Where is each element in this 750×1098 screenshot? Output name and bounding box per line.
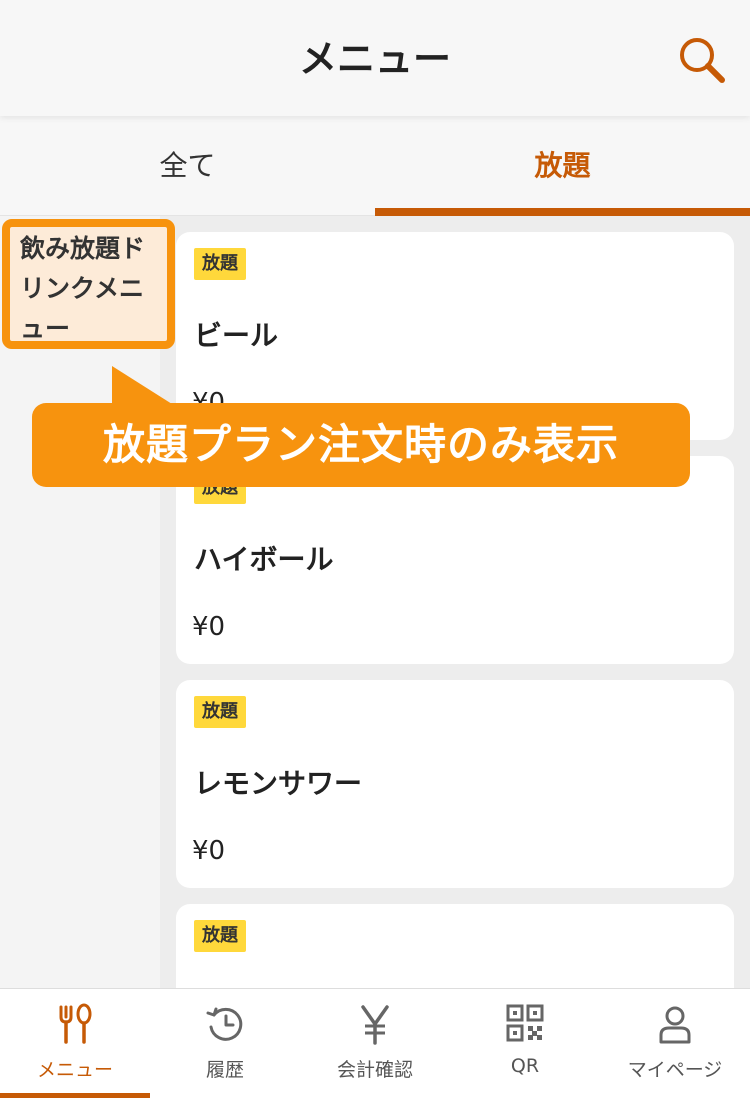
item-price: ¥0 — [192, 612, 226, 642]
callout-pointer — [112, 366, 172, 404]
app-header: メニュー — [0, 0, 750, 116]
plan-badge: 放題 — [194, 248, 246, 280]
fork-knife-icon — [59, 1003, 92, 1044]
nav-mypage[interactable]: マイページ — [600, 989, 750, 1098]
callout-banner: 放題プラン注文時のみ表示 — [32, 403, 690, 487]
nav-active-indicator — [0, 1093, 150, 1098]
menu-item-card[interactable]: 放題 レモンサワー ¥0 — [176, 680, 734, 888]
nav-history[interactable]: 履歴 — [150, 989, 300, 1098]
tab-selected-indicator — [375, 208, 750, 216]
qr-code-icon — [506, 1004, 544, 1042]
nav-label: メニュー — [36, 1059, 113, 1081]
search-icon[interactable] — [678, 36, 726, 84]
nav-label: 会計確認 — [336, 1059, 413, 1081]
item-price: ¥0 — [192, 836, 226, 866]
nav-label: QR — [510, 1055, 540, 1077]
menu-item-list: 放題 ビール ¥0 放題 ハイボール ¥0 放題 レモンサワー ¥0 放題 — [160, 216, 750, 988]
sidebar-item-drink-plan[interactable]: 飲み放題ドリンクメニュー — [2, 219, 175, 349]
plan-badge: 放題 — [194, 696, 246, 728]
person-icon — [659, 1006, 691, 1044]
nav-label: マイページ — [627, 1059, 723, 1081]
item-name: ハイボール — [194, 543, 334, 576]
page-title: メニュー — [298, 37, 451, 81]
nav-menu[interactable]: メニュー — [0, 989, 150, 1098]
nav-qr[interactable]: QR — [450, 989, 600, 1098]
nav-label: 履歴 — [205, 1059, 244, 1081]
tab-all[interactable]: 全て — [0, 116, 375, 216]
menu-item-card[interactable]: 放題 — [176, 904, 734, 988]
callout-text: 放題プラン注文時のみ表示 — [102, 420, 619, 469]
item-name: ビール — [194, 319, 279, 352]
item-name: レモンサワー — [194, 767, 363, 800]
history-icon — [206, 1007, 243, 1041]
nav-bill[interactable]: 会計確認 — [300, 989, 450, 1098]
yen-icon — [361, 1005, 389, 1045]
bottom-navigation: メニュー 履歴 会計確認 QR マイページ — [0, 988, 750, 1098]
category-tabs: 全て 放題 — [0, 116, 750, 216]
tab-all-you-can[interactable]: 放題 — [375, 116, 750, 216]
menu-item-card[interactable]: 放題 ハイボール ¥0 — [176, 456, 734, 664]
plan-badge: 放題 — [194, 920, 246, 952]
